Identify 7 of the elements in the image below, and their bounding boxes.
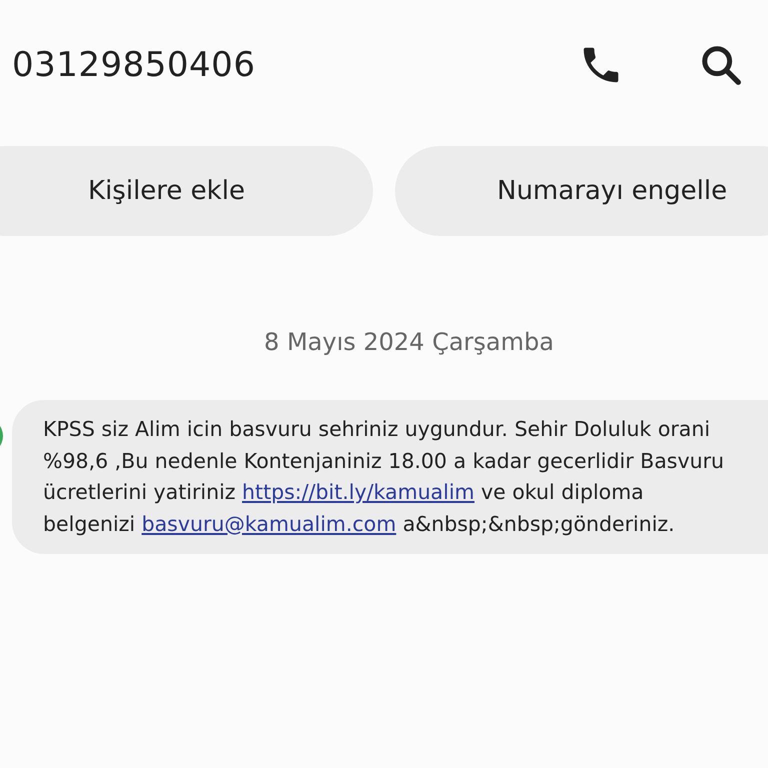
message-text: KPSS siz Alim icin basvuru sehriniz uygundur. Sehir Doluluk orani %98,6 ,Bu nedenle Kontenjaniniz 18.00 a kadar gecerlidir Basvuru ücretlerini yatiriniz https://bit.ly/kamualim ve okul diploma belgenizi basvuru@kamualim.com a&nbsp;&nbsp;gönderiniz. bbox=[43, 416, 725, 538]
message-link[interactable]: basvuru@kamualim.com bbox=[142, 512, 396, 536]
date-label: 8 Mayıs 2024 Çarşamba bbox=[263, 328, 555, 356]
message-link[interactable]: https://bit.ly/kamualim bbox=[242, 480, 474, 504]
action-button[interactable]: Kişilere ekle bbox=[0, 146, 373, 236]
action-button[interactable]: Numarayı engelle bbox=[395, 146, 768, 236]
contact-number: 03129850406 bbox=[12, 45, 256, 85]
